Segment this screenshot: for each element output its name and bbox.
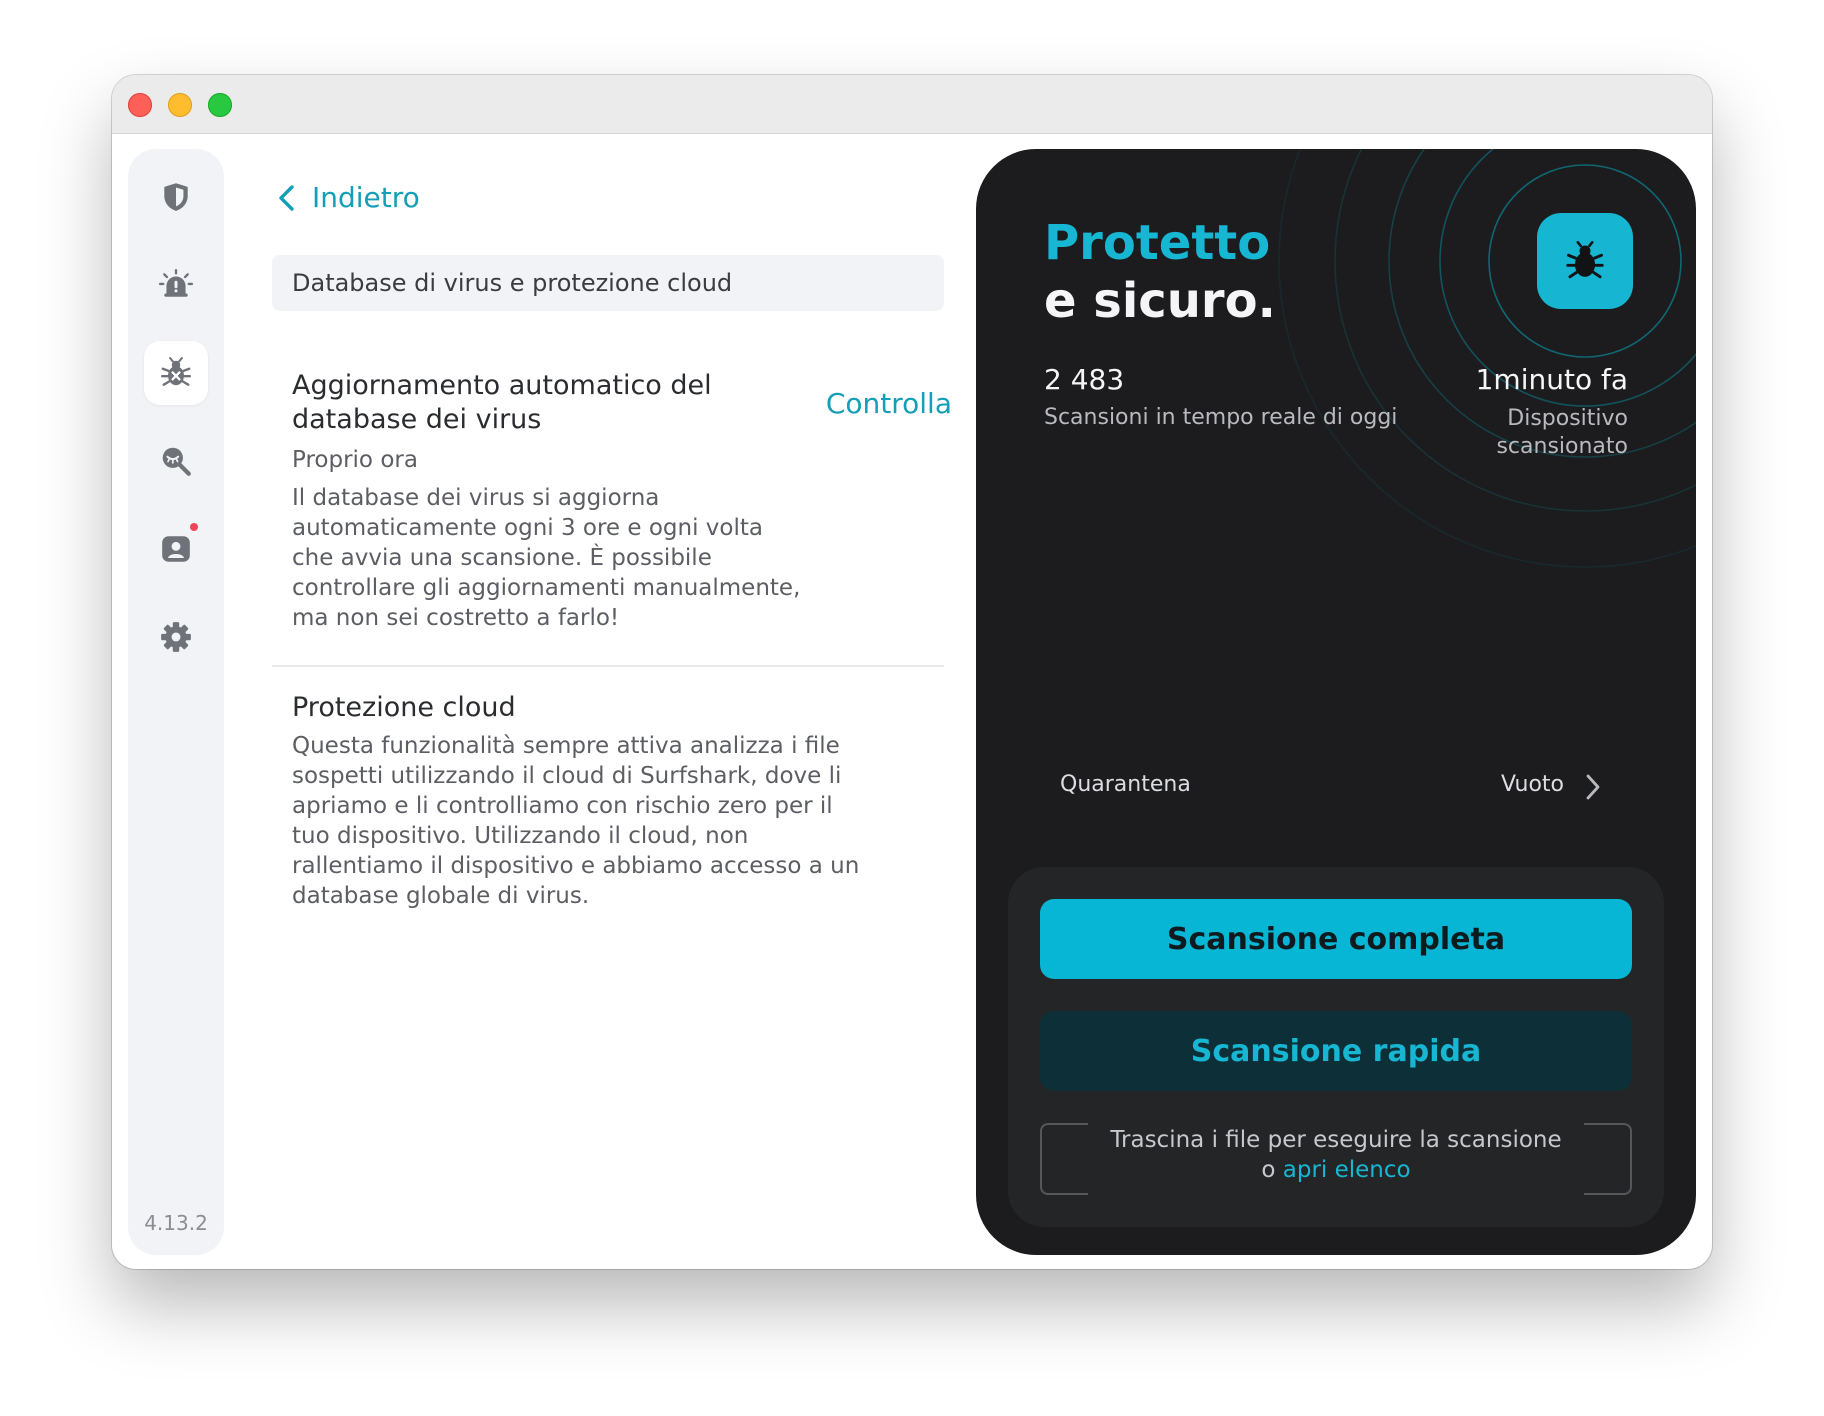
- gear-icon: [161, 622, 191, 652]
- drop-zone-text: Trascina i file per eseguire la scansion…: [1110, 1127, 1562, 1183]
- app-version: 4.13.2: [144, 1211, 208, 1235]
- scan-actions-card: Scansione completa Scansione rapida Tras…: [1008, 867, 1664, 1227]
- title-bar: [112, 75, 1712, 134]
- check-updates-button[interactable]: Controlla: [808, 387, 952, 420]
- cloud-title: Protezione cloud: [292, 692, 516, 723]
- minimize-window-button[interactable]: [168, 93, 192, 117]
- scans-label: Scansioni in tempo reale di oggi: [1044, 405, 1398, 430]
- last-scan-label: Dispositivo scansionato: [1496, 406, 1628, 459]
- update-status: Proprio ora: [292, 447, 418, 473]
- bug-icon: [1566, 241, 1604, 279]
- quarantine-row[interactable]: Quarantena Vuoto: [1044, 764, 1616, 814]
- section-header: Database di virus e protezione cloud: [272, 255, 944, 311]
- zoom-window-button[interactable]: [208, 93, 232, 117]
- sidebar-item-search[interactable]: [144, 429, 208, 493]
- quarantine-label: Quarantena: [1060, 772, 1191, 797]
- sidebar: 4.13.2: [128, 149, 224, 1255]
- antivirus-badge: [1537, 213, 1633, 309]
- user-alert-icon: [162, 536, 190, 562]
- divider: [272, 665, 944, 667]
- sidebar-item-settings[interactable]: [144, 605, 208, 669]
- full-scan-button[interactable]: Scansione completa: [1040, 899, 1632, 979]
- update-title-line2: database dei virus: [292, 404, 542, 435]
- update-description: Il database dei virus si aggiorna automa…: [292, 485, 801, 631]
- back-button[interactable]: Indietro: [276, 181, 420, 214]
- sidebar-item-identity[interactable]: [144, 517, 208, 581]
- scans-count: 2 483: [1044, 363, 1125, 396]
- status-title: Protetto: [1044, 215, 1271, 271]
- sidebar-item-vpn[interactable]: [144, 165, 208, 229]
- sidebar-item-alert[interactable]: [144, 253, 208, 317]
- cloud-description: Questa funzionalità sempre attiva analiz…: [292, 733, 860, 909]
- status-subtitle: e sicuro.: [1044, 273, 1276, 329]
- sidebar-item-antivirus[interactable]: [144, 341, 208, 405]
- update-title-line1: Aggiornamento automatico del: [292, 370, 712, 401]
- status-panel: Protetto e sicuro. 2 483 Scansioni in te…: [976, 149, 1696, 1255]
- last-scan-time: 1minuto fa: [1475, 363, 1628, 396]
- shield-icon: [164, 183, 188, 211]
- close-window-button[interactable]: [128, 93, 152, 117]
- quick-scan-button[interactable]: Scansione rapida: [1040, 1011, 1632, 1091]
- file-drop-zone[interactable]: Trascina i file per eseguire la scansion…: [1040, 1123, 1632, 1195]
- back-label: Indietro: [312, 181, 420, 214]
- search-icon: [162, 447, 191, 476]
- chevron-left-icon: [279, 184, 294, 211]
- alert-bug-icon: [159, 268, 193, 297]
- open-list-link[interactable]: apri elenco: [1283, 1157, 1411, 1183]
- app-window: 4.13.2 Indietro Database di virus e prot…: [112, 75, 1712, 1269]
- notification-dot: [190, 523, 198, 531]
- bug-scan-icon: [161, 357, 191, 386]
- quarantine-value: Vuoto: [1500, 772, 1564, 797]
- chevron-right-icon: [1586, 774, 1600, 800]
